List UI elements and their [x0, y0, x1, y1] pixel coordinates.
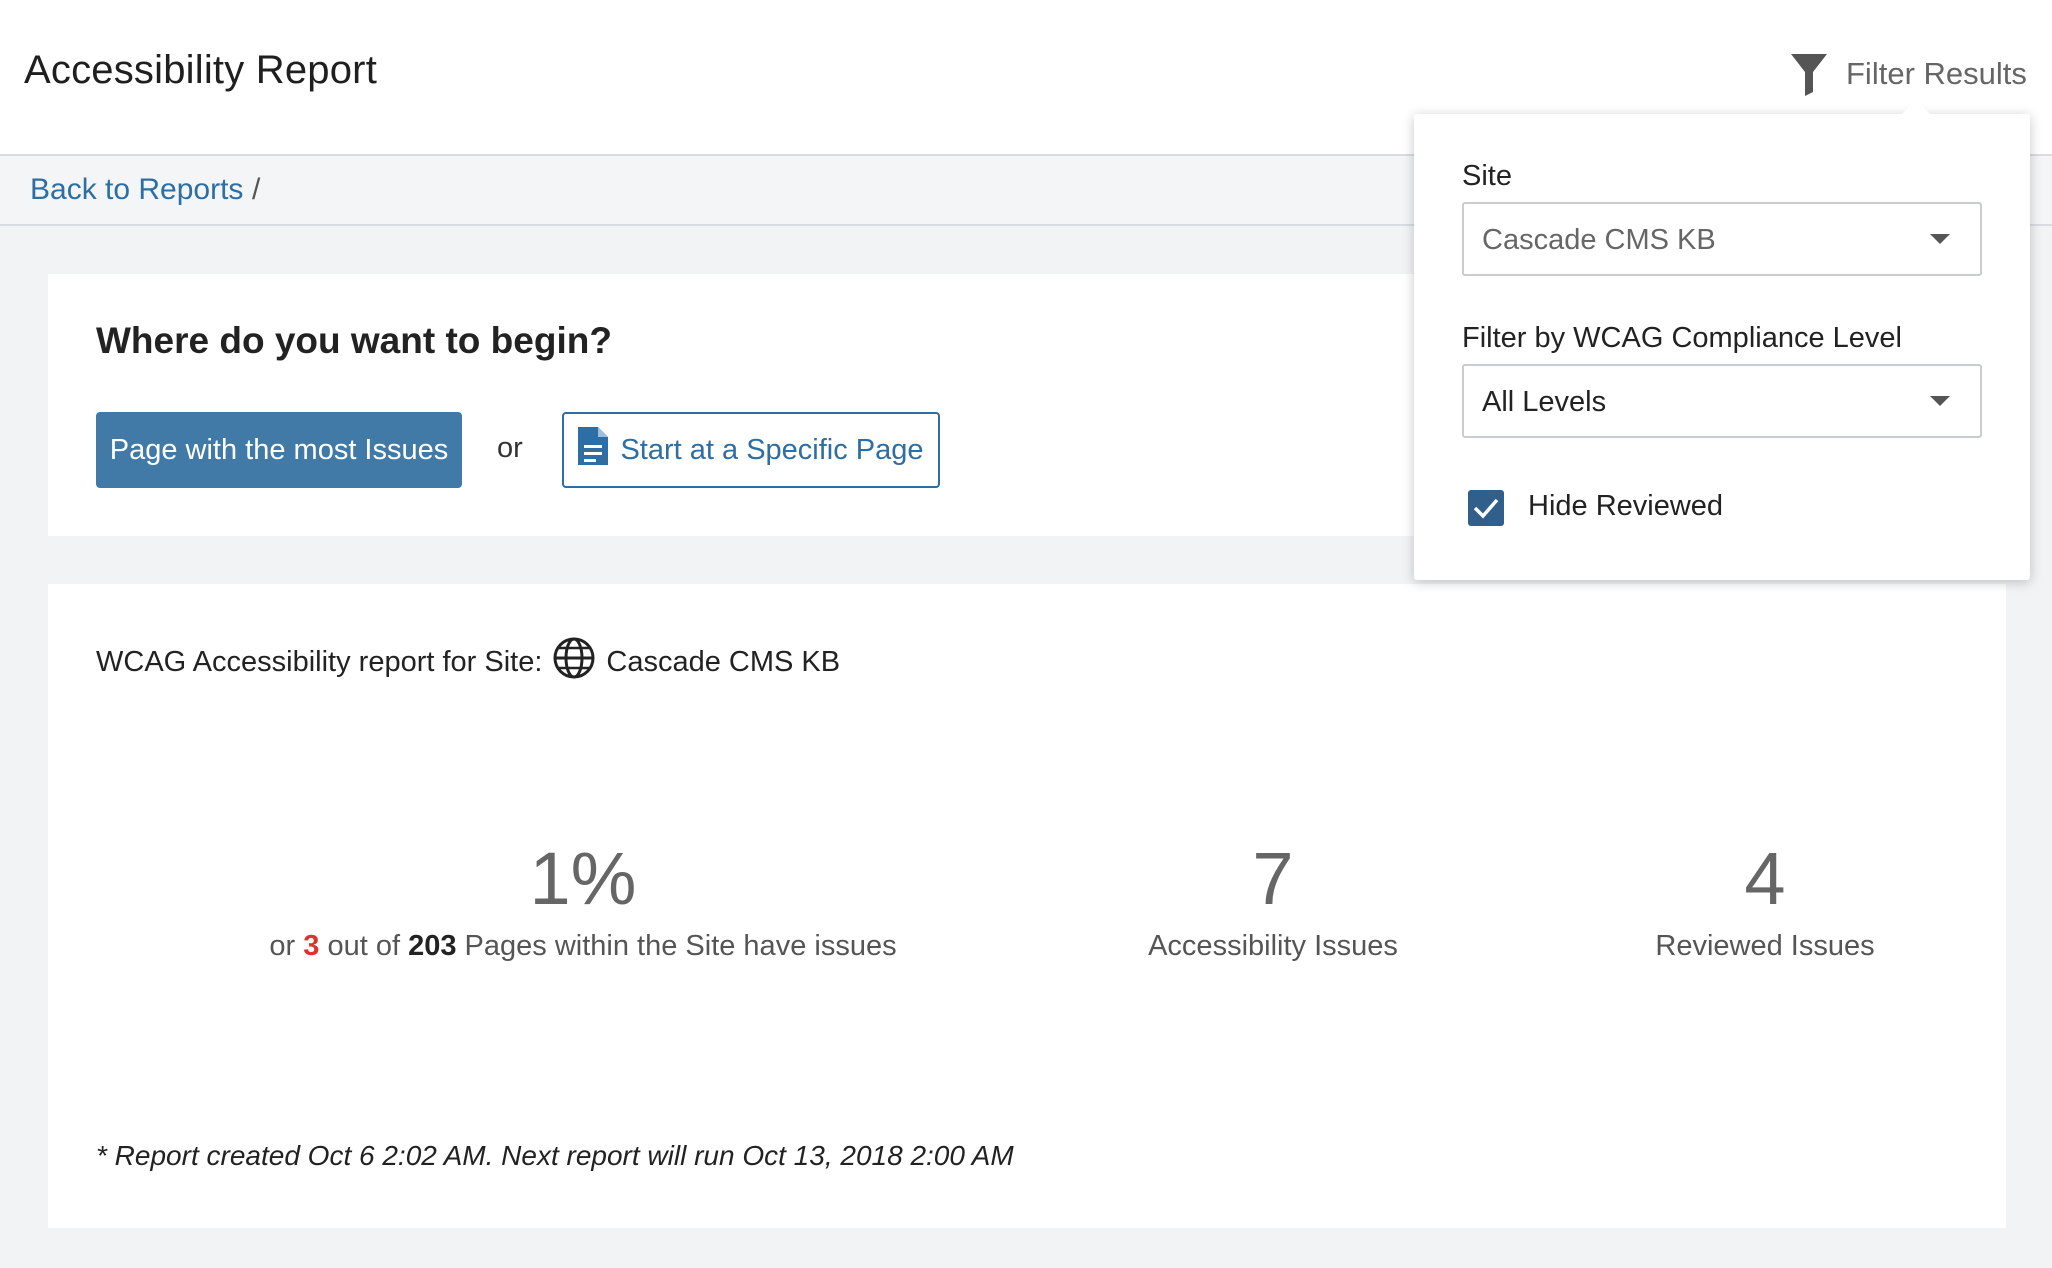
checkmark-icon	[1473, 498, 1499, 519]
globe-icon	[542, 636, 596, 688]
reviewed-issues-stat: 4 Reviewed Issues	[1590, 834, 1940, 963]
report-site-line: WCAG Accessibility report for Site: Casc…	[96, 636, 840, 688]
pages-with-issues-count: 3	[303, 930, 320, 962]
level-field-label: Filter by WCAG Compliance Level	[1462, 322, 1902, 354]
pages-with-issues-description: or 3 out of 203 Pages within the Site ha…	[233, 930, 933, 963]
hide-reviewed-checkbox[interactable]	[1468, 490, 1504, 526]
pages-or-text: or	[269, 930, 296, 962]
accessibility-issues-label: Accessibility Issues	[1148, 930, 1398, 962]
page-title: Accessibility Report	[24, 48, 378, 92]
start-specific-page-label: Start at a Specific Page	[620, 433, 924, 466]
accessibility-issues-stat: 7 Accessibility Issues	[1098, 834, 1448, 963]
document-icon	[578, 427, 609, 473]
page-most-issues-button[interactable]: Page with the most Issues	[96, 412, 462, 488]
pages-with-issues-stat: 1% or 3 out of 203 Pages within the Site…	[233, 834, 933, 963]
report-site-name: Cascade CMS KB	[606, 645, 841, 678]
filter-results-label: Filter Results	[1846, 56, 2027, 91]
report-card: WCAG Accessibility report for Site: Casc…	[48, 584, 2006, 1228]
filter-results-toggle[interactable]: Filter Results	[1790, 52, 2027, 96]
back-to-reports-link[interactable]: Back to Reports	[30, 173, 243, 207]
report-schedule-note: * Report created Oct 6 2:02 AM. Next rep…	[96, 1140, 1014, 1171]
compliance-level-select[interactable]: All Levels	[1462, 364, 1982, 438]
site-select-value: Cascade CMS KB	[1482, 224, 1716, 256]
reviewed-issues-count: 4	[1744, 837, 1786, 920]
site-select[interactable]: Cascade CMS KB	[1462, 202, 1982, 276]
reviewed-issues-label: Reviewed Issues	[1655, 930, 1875, 962]
or-text: or	[497, 432, 523, 464]
filter-panel: Site Cascade CMS KB Filter by WCAG Compl…	[1414, 100, 2030, 580]
hide-reviewed-label[interactable]: Hide Reviewed	[1528, 490, 1723, 523]
percent-value: 1%	[529, 837, 637, 920]
breadcrumb-separator: /	[252, 173, 261, 206]
filter-panel-caret	[1902, 100, 1930, 114]
total-pages-count: 203	[408, 930, 457, 962]
pages-out-of-text: out of	[327, 930, 401, 962]
site-field-label: Site	[1462, 160, 1512, 192]
begin-heading: Where do you want to begin?	[96, 320, 612, 361]
filter-icon	[1790, 52, 1828, 96]
start-specific-page-button[interactable]: Start at a Specific Page	[562, 412, 940, 488]
chevron-down-icon	[1930, 396, 1950, 406]
accessibility-issues-count: 7	[1252, 837, 1294, 920]
report-for-label: WCAG Accessibility report for Site:	[96, 645, 543, 678]
chevron-down-icon	[1930, 234, 1950, 244]
compliance-level-value: All Levels	[1482, 386, 1607, 418]
pages-suffix-text: Pages within the Site have issues	[464, 930, 897, 962]
